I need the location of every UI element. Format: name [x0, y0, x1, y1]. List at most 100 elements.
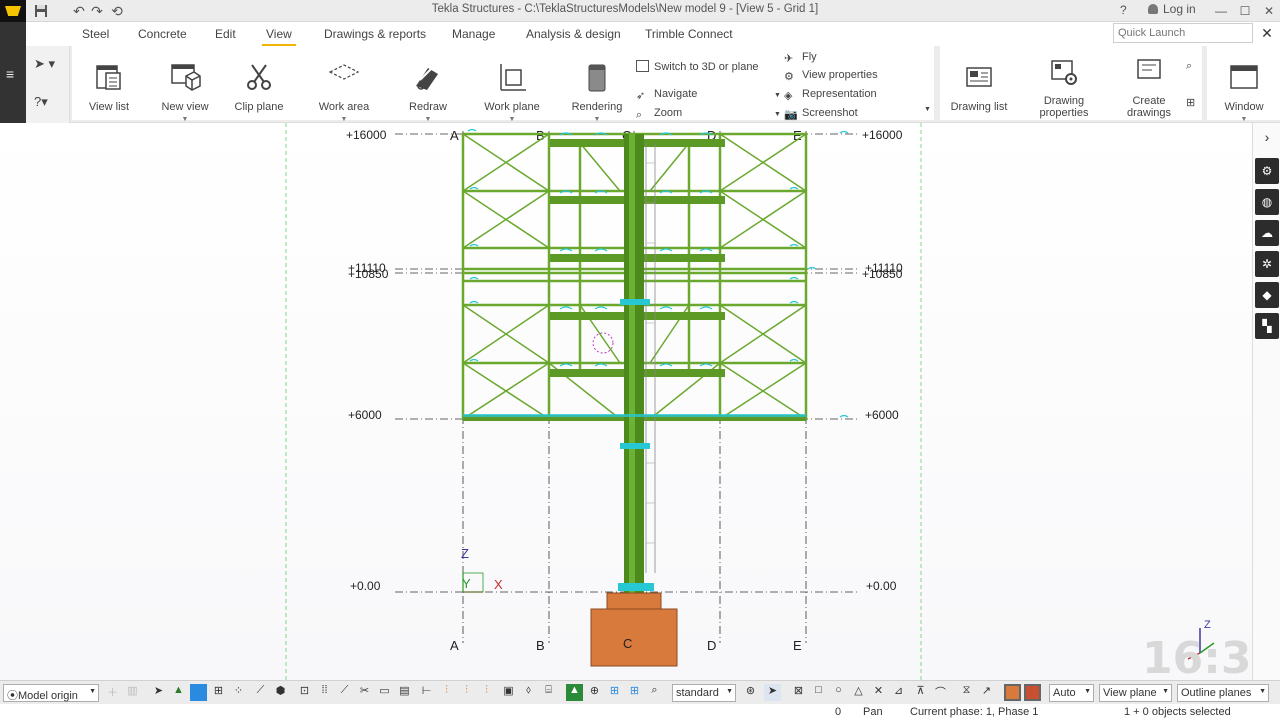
select-objects-in-components-icon[interactable]: ▲	[566, 684, 583, 701]
minimize-button[interactable]: —	[1215, 4, 1227, 18]
snap-mode-select[interactable]: Auto	[1049, 684, 1094, 702]
window-button[interactable]: Window ▼	[1209, 52, 1279, 123]
login-button[interactable]: Log in	[1148, 2, 1196, 16]
create-drawings-button[interactable]: Create drawings	[1114, 52, 1184, 119]
select-points-icon[interactable]: ▤	[396, 684, 413, 701]
cube-icon[interactable]: ◆	[1255, 282, 1279, 308]
new-view-button[interactable]: New view ▼	[150, 52, 220, 123]
smart-select-icon[interactable]: ➤	[764, 684, 781, 701]
select-pour-object-icon[interactable]: ⫶	[478, 684, 495, 701]
select-cast-units-icon[interactable]: ⌕	[646, 684, 663, 701]
globe-icon[interactable]: ◍	[1255, 189, 1279, 215]
model-view[interactable]: A B C D E A B C D E +16000 +11110 +10850…	[0, 123, 1252, 680]
select-components-in-assemblies-icon[interactable]: ⊕	[586, 684, 603, 701]
select-reference-icon[interactable]: ⬨	[520, 684, 537, 701]
ribbon-close-icon[interactable]: ✕	[1258, 25, 1276, 43]
clip-plane-button[interactable]: Clip plane	[224, 52, 294, 118]
snap-reference-objects-icon[interactable]	[1024, 684, 1041, 701]
select-reinforcement-icon[interactable]: ⟋	[336, 684, 353, 701]
select-cuts-icon[interactable]: ✂	[356, 684, 373, 701]
tab-analysis-design[interactable]: Analysis & design	[526, 27, 621, 41]
tab-manage[interactable]: Manage	[452, 27, 495, 41]
select-pour-break-icon[interactable]: ⫶	[458, 684, 475, 701]
snap-intersection-icon[interactable]: ✕	[870, 684, 887, 701]
snap-geometry-lines-icon[interactable]: □	[810, 684, 827, 701]
select-components-icon[interactable]: ⁘	[230, 684, 247, 701]
elevation-view[interactable]: A B C D E A B C D E +16000 +11110 +10850…	[0, 123, 1252, 680]
snap-center-icon[interactable]: ○	[830, 684, 847, 701]
switch-3d-plane-button[interactable]: Switch to 3D or plane	[636, 60, 759, 73]
navigate-button[interactable]: ➶ Navigate	[636, 88, 697, 102]
tab-view[interactable]: View	[262, 27, 296, 47]
rendering-button[interactable]: Rendering ▼	[562, 52, 632, 123]
select-objects-in-assemblies-icon[interactable]: ⊞	[626, 684, 643, 701]
status-phase[interactable]: Current phase: 1, Phase 1	[910, 706, 1038, 718]
add-icon[interactable]: ＋	[104, 684, 121, 701]
work-plane-button[interactable]: Work plane ▼	[477, 52, 547, 123]
redraw-icon	[416, 67, 438, 90]
settings-icon[interactable]: ✲	[1255, 251, 1279, 277]
snap-line-icon[interactable]: ⌒	[932, 684, 949, 701]
select-all-icon[interactable]: ➤	[150, 684, 167, 701]
snap-reference-lines-icon[interactable]: ⊠	[790, 684, 807, 701]
select-surface-treatment-icon[interactable]: ▣	[500, 684, 517, 701]
select-planes-icon[interactable]: ⊢	[418, 684, 435, 701]
work-area-button[interactable]: Work area ▼	[309, 52, 379, 123]
help-button[interactable]: ?	[1120, 3, 1127, 17]
select-lines-icon[interactable]: ⟋	[252, 684, 269, 701]
menu-icon[interactable]: ≡	[6, 66, 14, 82]
select-assembly-icon[interactable]: ⬢	[272, 684, 289, 701]
snap-midpoint-icon[interactable]: △	[850, 684, 867, 701]
select-bolts-icon[interactable]: ⁞⁞	[316, 684, 333, 701]
filter-settings-icon[interactable]: ⊛	[742, 684, 759, 701]
select-rebar-icon[interactable]: ⌸	[540, 684, 557, 701]
properties-gear-icon[interactable]: ⚙	[1255, 158, 1279, 184]
plane-mode-select[interactable]: View plane	[1099, 684, 1172, 702]
drawing-list-button[interactable]: Drawing list	[944, 52, 1014, 118]
representation-label: Representation	[802, 88, 877, 100]
drawing-search-icon[interactable]: ⌕	[1186, 60, 1192, 73]
zoom-button[interactable]: ⌕ Zoom	[636, 107, 682, 121]
select-surface-icon[interactable]	[190, 684, 207, 701]
select-welds-icon[interactable]: ⊞	[210, 684, 227, 701]
selection-filter-select[interactable]: standard	[672, 684, 736, 702]
query-icon[interactable]: ?▾	[34, 94, 48, 110]
snap-nearest-icon[interactable]: ⊼	[912, 684, 929, 701]
select-parts-icon[interactable]: ▲	[170, 684, 187, 701]
redraw-button[interactable]: Redraw ▼	[393, 52, 463, 123]
quick-launch-input[interactable]	[1113, 23, 1253, 43]
tab-concrete[interactable]: Concrete	[138, 27, 187, 41]
fly-button[interactable]: ✈ Fly	[784, 51, 817, 65]
foundation-footing[interactable]	[590, 608, 678, 667]
tab-steel[interactable]: Steel	[82, 27, 109, 41]
snap-free-icon[interactable]: ⧖	[958, 684, 975, 701]
view-properties-button[interactable]: ⚙ View properties	[784, 69, 878, 83]
screenshot-button[interactable]: ▼ 📷 Screenshot	[774, 107, 858, 121]
snap-perpendicular-icon[interactable]: ⊿	[890, 684, 907, 701]
drawing-grid-icon[interactable]: ⊞	[1186, 96, 1195, 109]
snap-parts-icon[interactable]	[1004, 684, 1021, 701]
shapes-icon[interactable]: ▚	[1255, 313, 1279, 339]
select-views-icon[interactable]: ▭	[376, 684, 393, 701]
snap-extension-icon[interactable]: ↗	[978, 684, 995, 701]
select-assemblies-icon[interactable]: ⊞	[606, 684, 623, 701]
delete-icon[interactable]: ▥	[124, 684, 141, 701]
select-pour-icon[interactable]: ⫶	[438, 684, 455, 701]
panel-expand-icon[interactable]: ▼	[924, 106, 931, 113]
select-grid-icon[interactable]: ⊡	[296, 684, 313, 701]
outline-planes-select[interactable]: Outline planes	[1177, 684, 1269, 702]
close-button[interactable]: ✕	[1263, 4, 1275, 18]
select-arrow-icon[interactable]: ➤ ▾	[34, 56, 55, 72]
tab-drawings-reports[interactable]: Drawings & reports	[324, 27, 426, 41]
model-origin-select[interactable]: ⦿Model origin	[3, 684, 99, 702]
point-marker[interactable]	[592, 332, 614, 354]
maximize-button[interactable]: ☐	[1239, 4, 1251, 18]
view-list-button[interactable]: View list	[74, 52, 144, 118]
representation-button[interactable]: ▼ ◈ Representation	[774, 88, 877, 102]
side-pane-expand-icon[interactable]: ›	[1257, 127, 1277, 147]
tab-trimble-connect[interactable]: Trimble Connect	[645, 27, 733, 41]
cloud-icon[interactable]: ☁	[1255, 220, 1279, 246]
pedestal[interactable]	[606, 592, 662, 610]
tab-edit[interactable]: Edit	[215, 27, 236, 41]
drawing-properties-button[interactable]: Drawing properties	[1029, 52, 1099, 119]
